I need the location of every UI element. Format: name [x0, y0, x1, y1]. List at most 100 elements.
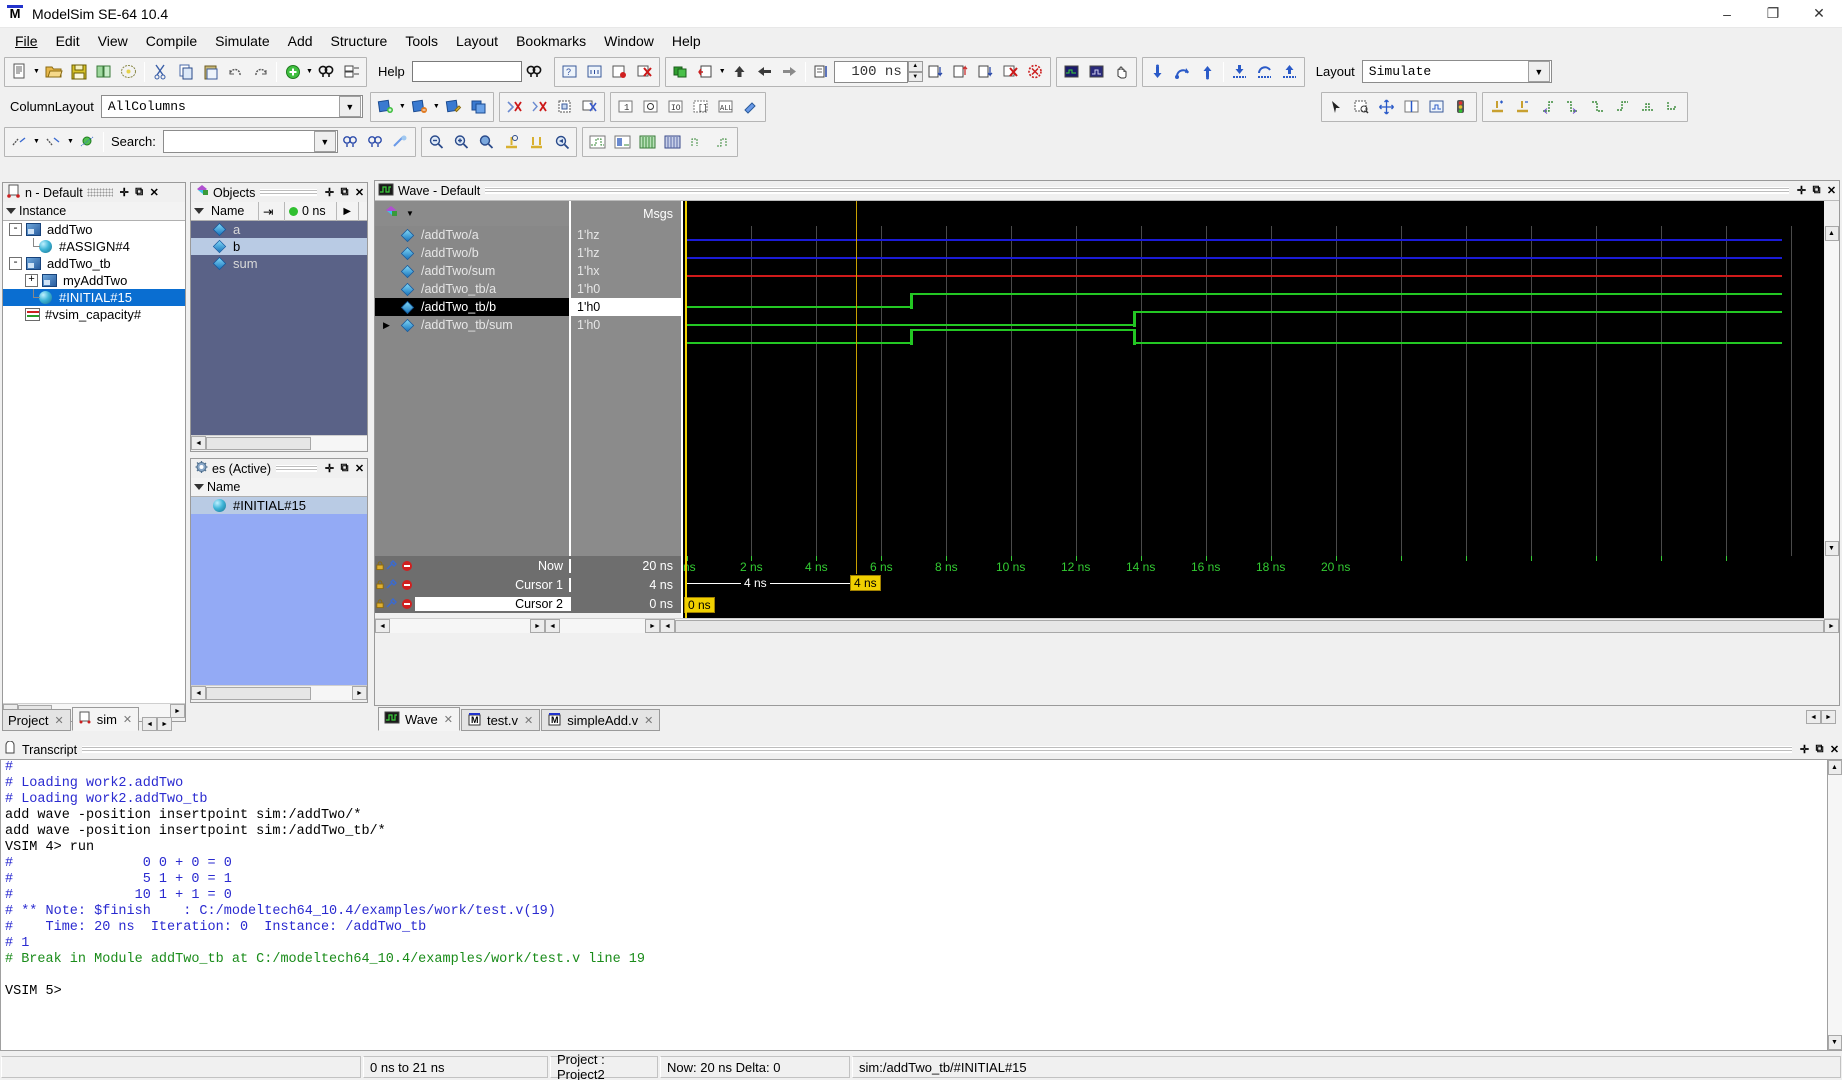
menu-edit[interactable]: Edit: [47, 30, 89, 52]
select-mode-icon[interactable]: [1324, 94, 1349, 120]
scroll-track[interactable]: [390, 619, 530, 633]
search-input[interactable]: [164, 134, 314, 149]
help-search-input[interactable]: [412, 61, 522, 82]
run-all-icon[interactable]: [923, 59, 948, 85]
wave-format3-icon[interactable]: [635, 129, 660, 155]
zoom-mode-icon[interactable]: [1349, 94, 1374, 120]
wave-signal-names[interactable]: /addTwo/a /addTwo/b /addTwo/sum /addTwo_…: [375, 226, 571, 556]
measure-icon[interactable]: [1424, 94, 1449, 120]
delete-signal-icon[interactable]: [502, 94, 527, 120]
run-length-icon[interactable]: [809, 59, 834, 85]
radix-hex-icon[interactable]: IO: [663, 94, 688, 120]
wrench-icon[interactable]: [385, 579, 399, 590]
cursor2-marker[interactable]: [685, 201, 687, 226]
column-layout-combobox[interactable]: AllColumns ▼: [101, 95, 363, 118]
wave-name-row-3[interactable]: /addTwo_tb/a: [375, 280, 569, 298]
cursor1-line[interactable]: [856, 226, 857, 556]
objects-list[interactable]: a b sum: [191, 221, 367, 435]
filter-icon[interactable]: [194, 484, 204, 490]
copy-icon[interactable]: [173, 59, 198, 85]
stepper-up-icon[interactable]: ▲: [908, 61, 923, 72]
zoom-in-icon[interactable]: [449, 129, 474, 155]
cursor2-timeline-line[interactable]: [685, 556, 687, 618]
step-into-icon[interactable]: [973, 59, 998, 85]
expander-icon[interactable]: +: [25, 274, 38, 287]
step-over-icon[interactable]: [1170, 59, 1195, 85]
scroll-track[interactable]: [560, 619, 645, 633]
scroll-right-icon[interactable]: ►: [1824, 619, 1839, 633]
wave-name-row-4[interactable]: /addTwo_tb/b: [375, 298, 569, 316]
wave-compare-icon[interactable]: [1059, 59, 1084, 85]
scroll-thumb[interactable]: [206, 687, 311, 700]
menu-view[interactable]: View: [89, 30, 137, 52]
wave-canvas[interactable]: [683, 226, 1824, 556]
wave-canvas-hscrollbar[interactable]: ◄ ►: [660, 618, 1839, 633]
scroll-up-icon[interactable]: ▲: [1825, 226, 1839, 241]
processes-hscrollbar[interactable]: ◄ ►: [191, 685, 367, 700]
lock-icon[interactable]: [375, 560, 385, 571]
delete-icon[interactable]: [399, 598, 415, 610]
remove-wave-icon[interactable]: [407, 94, 432, 120]
collapse-down-icon[interactable]: [1660, 94, 1685, 120]
wave-name-row-0[interactable]: /addTwo/a: [375, 226, 569, 244]
scroll-track[interactable]: [1828, 775, 1842, 1035]
edit-wave-icon[interactable]: [441, 94, 466, 120]
step-down-icon[interactable]: [1145, 59, 1170, 85]
tree-row-addtwo[interactable]: - addTwo: [3, 221, 185, 238]
wrench-icon[interactable]: [385, 598, 399, 609]
continue-run-icon[interactable]: [948, 59, 973, 85]
structure-close-button[interactable]: ✕: [147, 185, 162, 200]
column-layout-icon[interactable]: [339, 59, 364, 85]
scroll-down-icon[interactable]: ▼: [1828, 1035, 1842, 1050]
copy-wave-icon[interactable]: [466, 94, 491, 120]
close-icon[interactable]: ✕: [123, 713, 132, 726]
tabstrip-prev-icon[interactable]: ◄: [142, 717, 157, 731]
expander-icon[interactable]: -: [9, 223, 22, 236]
add-dropdown-icon[interactable]: ▼: [305, 59, 314, 85]
search-fwd-icon[interactable]: [363, 129, 388, 155]
scroll-down-icon[interactable]: ▼: [1825, 541, 1839, 556]
structure-tree[interactable]: - addTwo #ASSIGN#4 - addTwo_tb + myAddTw…: [3, 221, 185, 703]
transcript-vscrollbar[interactable]: ▲ ▼: [1827, 759, 1842, 1051]
wave-format6-icon[interactable]: [710, 129, 735, 155]
run-icon[interactable]: [693, 59, 718, 85]
undo-icon[interactable]: [223, 59, 248, 85]
pan-mode-icon[interactable]: [1374, 94, 1399, 120]
scroll-right-icon[interactable]: ►: [645, 619, 660, 633]
footer-row-cursor2[interactable]: Cursor 2 0 ns: [375, 594, 681, 613]
scroll-track[interactable]: [1825, 241, 1839, 541]
expand-right-icon[interactable]: [1560, 94, 1585, 120]
wave-format4-icon[interactable]: [660, 129, 685, 155]
scroll-left-icon[interactable]: ◄: [191, 436, 206, 450]
close-icon[interactable]: ✕: [54, 714, 63, 727]
run-length-input[interactable]: 100 ns: [834, 61, 908, 83]
tabstrip-next-icon[interactable]: ►: [1821, 710, 1836, 724]
delete-icon[interactable]: [399, 579, 415, 591]
menu-layout[interactable]: Layout: [447, 30, 507, 52]
tab-simpleadd-v[interactable]: M simpleAdd.v ✕: [541, 709, 660, 731]
object-row-sum[interactable]: sum: [191, 255, 367, 272]
wave-format2-icon[interactable]: [610, 129, 635, 155]
tree-row-addtwo-tb[interactable]: - addTwo_tb: [3, 255, 185, 272]
step-forward-icon[interactable]: [777, 59, 802, 85]
simulate-icon[interactable]: ?: [557, 59, 582, 85]
menu-file[interactable]: File: [6, 30, 47, 52]
wave-format5-icon[interactable]: [685, 129, 710, 155]
scroll-left-icon[interactable]: ◄: [375, 619, 390, 633]
wave-header-chevron-down-icon[interactable]: ▼: [406, 209, 414, 218]
wrench-icon[interactable]: [385, 560, 399, 571]
menu-simulate[interactable]: Simulate: [206, 30, 278, 52]
scroll-left-icon[interactable]: ◄: [545, 619, 560, 633]
add-wave-icon[interactable]: [373, 94, 398, 120]
dataflow-icon[interactable]: [1084, 59, 1109, 85]
layout-chevron-down-icon[interactable]: ▼: [1528, 61, 1550, 82]
processes-list[interactable]: #INITIAL#15: [191, 497, 367, 685]
wave-name-row-1[interactable]: /addTwo/b: [375, 244, 569, 262]
paste-icon[interactable]: [198, 59, 223, 85]
filter-icon[interactable]: [6, 208, 16, 214]
breakpoint-icon[interactable]: [607, 59, 632, 85]
minimize-button[interactable]: –: [1704, 0, 1750, 28]
objects-pin-button[interactable]: ✛: [322, 185, 337, 200]
scroll-thumb[interactable]: [206, 437, 311, 450]
find-prev-dropdown-icon[interactable]: ▼: [32, 129, 41, 155]
